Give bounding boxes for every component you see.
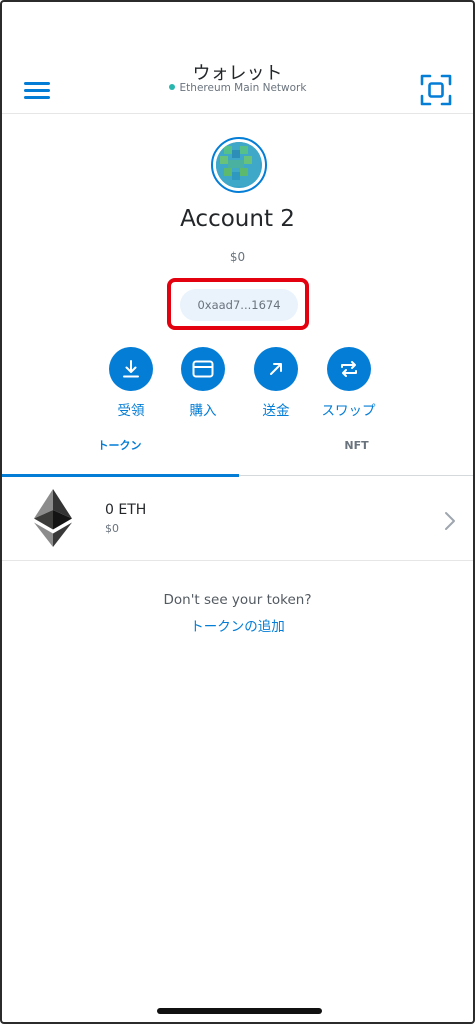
receive-label: 受領: [117, 403, 145, 419]
token-row-eth[interactable]: 0 ETH $0: [2, 476, 473, 561]
account-address-button[interactable]: 0xaad7...1674: [180, 289, 298, 321]
send-label: 送金: [262, 403, 290, 419]
chevron-right-icon: [443, 511, 457, 531]
identicon: [216, 142, 262, 188]
dont-see-token-text: Don't see your token?: [163, 592, 312, 608]
network-name: Ethereum Main Network: [179, 82, 307, 94]
receive-button[interactable]: 受領: [101, 347, 161, 419]
send-arrow-icon: [254, 347, 298, 391]
tab-tokens-label: トークン: [97, 439, 142, 452]
qr-scan-icon[interactable]: [420, 74, 452, 106]
swap-label: スワップ: [321, 403, 376, 419]
token-fiat-value: $0: [105, 522, 119, 535]
asset-tabs: トークン NFT: [2, 424, 473, 477]
app-screen: ウォレット Ethereum Main Network Account 2 $0…: [0, 0, 475, 1024]
buy-button[interactable]: 購入: [173, 347, 233, 419]
receive-icon: [109, 347, 153, 391]
swap-button[interactable]: スワップ: [311, 347, 386, 419]
account-avatar[interactable]: [211, 137, 267, 193]
tab-nft[interactable]: NFT: [239, 424, 473, 476]
home-indicator[interactable]: [157, 1008, 322, 1014]
swap-icon: [326, 347, 371, 391]
add-token-link[interactable]: トークンの追加: [190, 619, 285, 635]
token-amount: 0 ETH: [105, 502, 147, 518]
buy-card-icon: [181, 347, 225, 391]
account-name[interactable]: Account 2: [2, 206, 473, 232]
add-token-row: トークンの追加: [2, 615, 473, 635]
ethereum-icon: [34, 489, 72, 547]
network-indicator[interactable]: Ethereum Main Network: [2, 82, 473, 94]
tab-tokens[interactable]: トークン: [2, 424, 239, 477]
network-status-dot: [168, 84, 175, 90]
buy-label: 購入: [189, 403, 217, 419]
account-balance: $0: [229, 250, 246, 264]
tab-nft-label: NFT: [344, 439, 369, 452]
send-button[interactable]: 送金: [246, 347, 306, 419]
app-header: ウォレット Ethereum Main Network: [2, 2, 473, 114]
